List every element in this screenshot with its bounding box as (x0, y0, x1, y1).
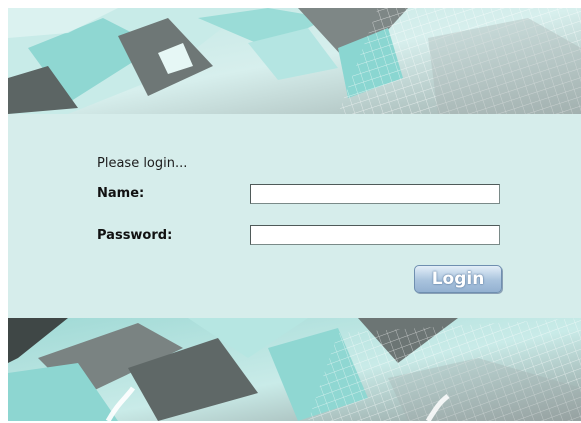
login-button[interactable]: Login (414, 265, 502, 293)
login-panel: Please login... Name: Password: Login (8, 114, 581, 318)
name-label: Name: (97, 186, 145, 201)
name-field[interactable] (250, 184, 500, 204)
password-field[interactable] (250, 225, 500, 245)
abstract-banner-graphic (8, 8, 581, 114)
login-frame: Please login... Name: Password: Login (8, 8, 581, 421)
abstract-banner-graphic-bottom (8, 318, 581, 421)
password-label: Password: (97, 228, 173, 243)
banner-bottom (8, 318, 581, 421)
login-prompt: Please login... (97, 156, 188, 171)
banner-top (8, 8, 581, 114)
